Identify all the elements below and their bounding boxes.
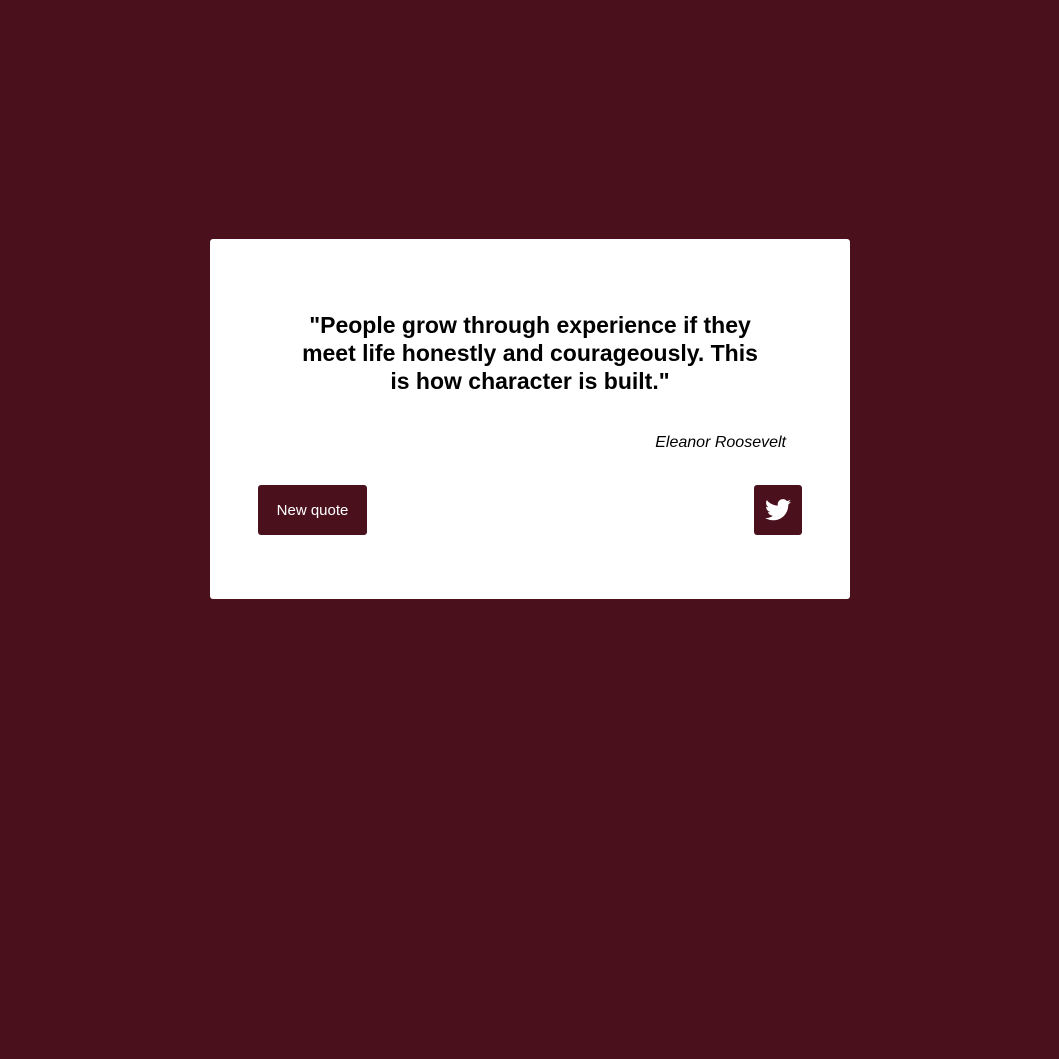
quote-text: "People grow through experience if they … [302,312,758,394]
quote-box: "People grow through experience if they … [210,239,850,599]
twitter-icon [765,499,791,521]
quote-author: Eleanor Roosevelt [655,434,786,451]
tweet-quote-button[interactable] [754,485,802,535]
new-quote-button[interactable]: New quote [258,485,367,535]
